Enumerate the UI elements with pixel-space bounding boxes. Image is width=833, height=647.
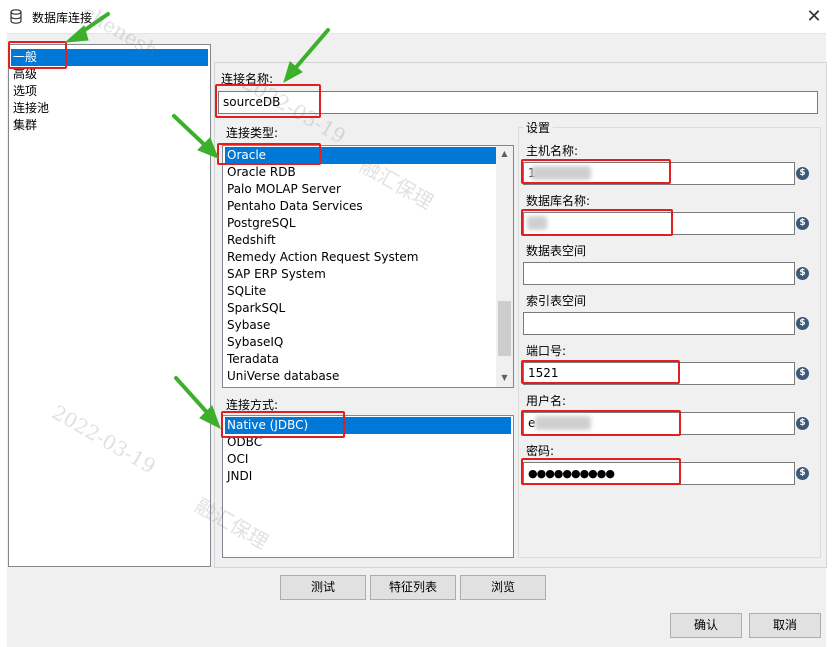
annotation-arrows: [64, 12, 330, 430]
